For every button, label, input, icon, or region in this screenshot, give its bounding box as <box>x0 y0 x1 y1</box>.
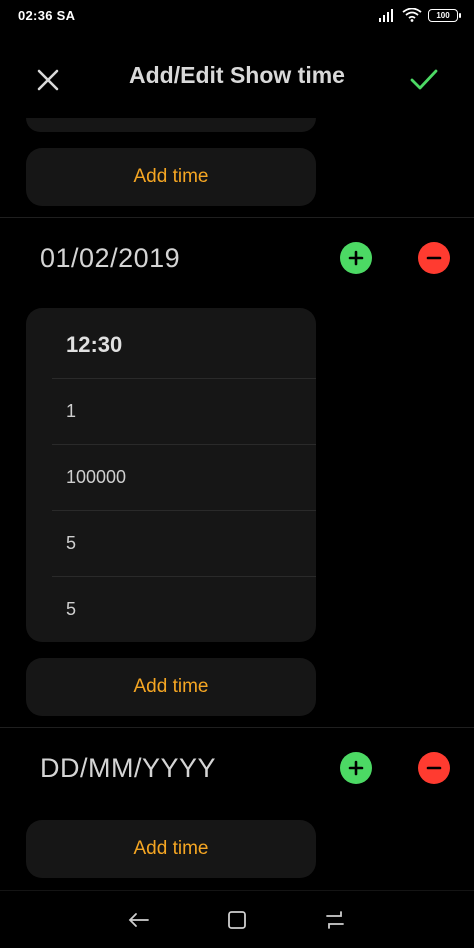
remove-date-button[interactable] <box>418 752 450 784</box>
home-icon <box>228 911 246 929</box>
wifi-icon <box>402 8 422 22</box>
date-field[interactable]: 01/02/2019 <box>40 243 180 274</box>
page-title: Add/Edit Show time <box>129 62 345 88</box>
time-card-row[interactable]: 5 <box>52 510 316 576</box>
signal-icon <box>379 9 393 22</box>
date-field[interactable]: DD/MM/YYYY <box>40 753 216 784</box>
time-card-row[interactable]: 100000 <box>52 444 316 510</box>
status-bar: 02:36 SA 100 <box>0 0 474 32</box>
minus-icon <box>426 256 442 260</box>
back-icon <box>128 913 149 927</box>
recents-icon <box>326 911 344 929</box>
status-icons: 100 <box>378 8 461 22</box>
time-card-row[interactable]: 5 <box>52 576 316 642</box>
back-button[interactable] <box>119 905 159 935</box>
recents-button[interactable] <box>315 905 355 935</box>
remove-date-button[interactable] <box>418 242 450 274</box>
battery-level: 100 <box>436 10 450 20</box>
status-time: 02:36 SA <box>18 8 76 23</box>
confirm-button[interactable] <box>404 62 444 98</box>
time-card[interactable]: 12:30 1 100000 5 5 <box>26 308 316 642</box>
time-card-row[interactable]: 1 <box>52 378 316 444</box>
plus-icon <box>348 250 364 266</box>
navigation-bar <box>0 890 474 948</box>
time-card-partial <box>26 118 316 132</box>
check-icon <box>410 69 438 90</box>
add-date-button[interactable] <box>340 242 372 274</box>
plus-icon <box>348 760 364 776</box>
add-time-button[interactable]: Add time <box>26 148 316 206</box>
time-value[interactable]: 12:30 <box>52 312 316 378</box>
app-bar: Add/Edit Show time <box>0 40 474 112</box>
section-divider <box>0 217 474 218</box>
battery-icon: 100 <box>428 8 461 22</box>
section-divider <box>0 727 474 728</box>
add-time-button[interactable]: Add time <box>26 820 316 878</box>
add-date-button[interactable] <box>340 752 372 784</box>
minus-icon <box>426 766 442 770</box>
add-time-button[interactable]: Add time <box>26 658 316 716</box>
screen: 02:36 SA 100 Add/Edit Show time Add time… <box>0 0 474 948</box>
home-button[interactable] <box>217 905 257 935</box>
